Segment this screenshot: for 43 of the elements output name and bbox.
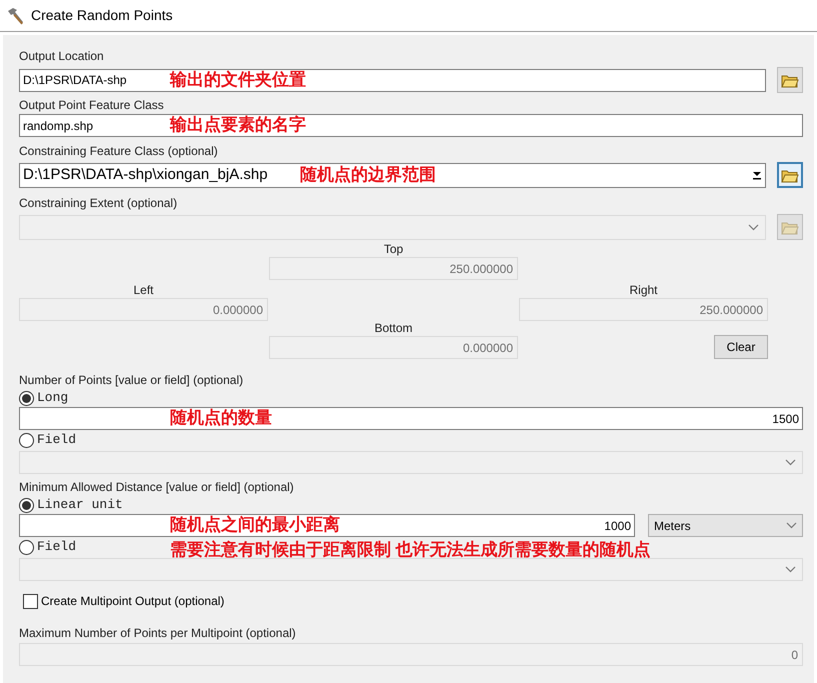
annotation-text: 随机点的边界范围 (300, 164, 436, 186)
radio-label: Field (37, 538, 76, 556)
annotation-text: 随机点的数量 (170, 407, 272, 429)
chevron-down-icon (748, 224, 759, 230)
field-label: Output Location (19, 49, 105, 63)
field-label: Constraining Feature Class (optional) (19, 144, 219, 158)
annotation-text: 需要注意有时候由于距离限制 也许无法生成所需要数量的随机点 (170, 539, 651, 561)
field-label: Minimum Allowed Distance [value or field] (optional) (19, 480, 295, 494)
folder-icon (781, 72, 799, 88)
unit-dropdown[interactable]: Meters (648, 514, 803, 537)
radio-button[interactable] (19, 498, 34, 512)
field-dropdown[interactable] (19, 451, 803, 474)
field-label: Constraining Extent (optional) (19, 196, 178, 210)
checkbox-label: Create Multipoint Output (optional) (41, 593, 224, 610)
folder-icon (781, 168, 799, 182)
max-points-field[interactable]: 0 (19, 643, 803, 666)
field-label: Bottom (374, 321, 412, 335)
browse-button[interactable] (777, 162, 803, 188)
field-label: Right (629, 283, 658, 297)
field-dropdown[interactable] (19, 558, 803, 581)
chevron-down-icon (785, 459, 796, 466)
chevron-down-icon (786, 522, 797, 529)
field-label: Maximum Number of Points per Multipoint (optional) (19, 626, 297, 640)
dropdown-arrow-icon (752, 170, 762, 180)
radio-label: Field (37, 431, 76, 450)
folder-icon (781, 220, 799, 234)
radio-label: Linear unit (37, 496, 123, 514)
radio-button[interactable] (19, 390, 34, 406)
field-label: Top (384, 242, 404, 256)
radio-button[interactable] (19, 432, 34, 448)
checkbox[interactable] (23, 594, 38, 608)
radio-label: Long (37, 389, 68, 408)
chevron-down-icon (785, 566, 796, 573)
window-title: Create Random Points (31, 6, 173, 25)
annotation-text: 输出的文件夹位置 (170, 68, 306, 90)
annotation-text: 输出点要素的名字 (170, 114, 306, 136)
hammer-icon (6, 6, 26, 26)
field-label: Left (133, 283, 154, 297)
field-label: Number of Points [value or field] (optional) (19, 373, 244, 387)
annotation-text: 随机点之间的最小距离 (170, 514, 340, 536)
radio-button[interactable] (19, 540, 34, 554)
field-label: Output Point Feature Class (19, 98, 165, 112)
browse-button[interactable] (777, 67, 803, 93)
